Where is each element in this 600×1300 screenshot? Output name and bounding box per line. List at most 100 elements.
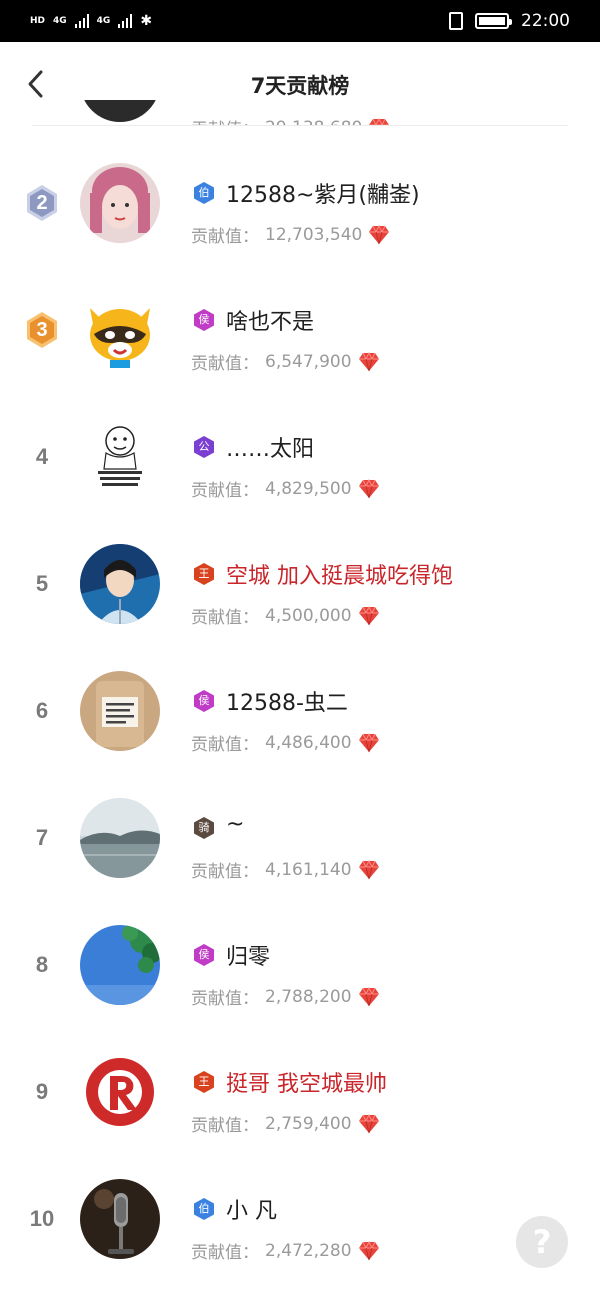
bluetooth-icon: ✱ <box>140 13 153 29</box>
list-item-partial[interactable]: 贡献值：29,138,680 <box>0 100 600 126</box>
user-name[interactable]: 挺哥 我空城最帅 <box>226 1066 387 1098</box>
list-item[interactable]: 3 侯 啥也不是贡献值： 6,547,900 <box>0 267 600 394</box>
contribution-value: 贡献值： 4,161,140 <box>191 857 380 882</box>
rank-medal-icon: 3 <box>22 310 62 350</box>
avatar[interactable] <box>80 925 160 1005</box>
diamond-icon <box>358 859 380 880</box>
contribution-value: 贡献值： 4,829,500 <box>191 476 380 501</box>
contribution-label: 贡献值： <box>191 481 259 501</box>
clock: 22:00 <box>521 11 570 31</box>
diamond-icon <box>358 732 380 753</box>
user-name[interactable]: 小 凡 <box>226 1193 277 1225</box>
rank-badge-icon: 伯 <box>192 181 216 205</box>
user-name[interactable]: ~ <box>226 812 244 837</box>
divider <box>32 125 568 126</box>
signal-icon-2 <box>118 14 133 28</box>
badge-label: 伯 <box>198 186 210 199</box>
user-name[interactable]: 归零 <box>226 939 270 971</box>
status-right: 22:00 <box>449 11 570 31</box>
contribution-number: 2,472,280 <box>265 1240 352 1261</box>
badge-label: 伯 <box>198 1202 210 1215</box>
diamond-icon <box>358 351 380 372</box>
user-name[interactable]: 空城 加入挺晨城吃得饱 <box>226 558 453 590</box>
contribution-label: 贡献值： <box>191 1243 259 1263</box>
user-name[interactable]: 12588-虫二 <box>226 685 348 717</box>
badge-label: 骑 <box>198 821 210 834</box>
list-item[interactable]: 5 王 空城 加入挺晨城吃得饱 贡献值： 4,500,000 <box>0 521 600 648</box>
avatar[interactable] <box>80 1052 160 1132</box>
diamond-icon <box>358 1240 380 1261</box>
avatar[interactable] <box>80 544 160 624</box>
list-item[interactable]: 8 侯 归零贡献值： 2,788,200 <box>0 902 600 1029</box>
contribution-number: 4,500,000 <box>265 605 352 626</box>
badge-label: 侯 <box>198 694 210 707</box>
badge-label: 侯 <box>198 313 210 326</box>
badge-label: 侯 <box>198 948 210 961</box>
rank-medal-icon: 2 <box>22 183 62 223</box>
list-item[interactable]: 10 伯 小 凡贡献值： 2,472,280 <box>0 1156 600 1283</box>
contribution-value: 贡献值： 2,472,280 <box>191 1238 380 1263</box>
avatar[interactable] <box>80 163 160 243</box>
contribution-value: 贡献值： 6,547,900 <box>191 349 380 374</box>
diamond-icon <box>358 986 380 1007</box>
user-name[interactable]: 12588~紫月(黼崟) <box>226 177 420 209</box>
rank-badge-icon: 侯 <box>192 943 216 967</box>
rank-number: 8 <box>35 952 49 977</box>
diamond-icon <box>358 478 380 499</box>
rank-number: 3 <box>36 319 48 341</box>
avatar[interactable] <box>80 417 160 497</box>
rank-badge-icon: 王 <box>192 1070 216 1094</box>
list-item[interactable]: 7 骑 ~ 贡献值： 4,161,140 <box>0 775 600 902</box>
contribution-label: 贡献值： <box>191 735 259 755</box>
page-title: 7天贡献榜 <box>250 74 350 98</box>
contribution-value: 贡献值： 4,486,400 <box>191 730 380 755</box>
contribution-number: 2,759,400 <box>265 1113 352 1134</box>
rank-number: 9 <box>35 1079 49 1104</box>
rank-badge-icon: 侯 <box>192 689 216 713</box>
contribution-value: 贡献值： 4,500,000 <box>191 603 380 628</box>
avatar[interactable] <box>80 1179 160 1259</box>
rank-number: 6 <box>35 698 49 723</box>
contribution-label: 贡献值： <box>191 989 259 1009</box>
avatar[interactable] <box>80 671 160 751</box>
rank-number: 7 <box>35 825 49 850</box>
contribution-value: 贡献值： 2,788,200 <box>191 984 380 1009</box>
rank-number: 4 <box>35 444 49 469</box>
rank-number: 10 <box>29 1206 55 1231</box>
contribution-number: 4,161,140 <box>265 859 352 880</box>
diamond-icon <box>368 224 390 245</box>
status-bar: HD 4G 4G ✱ 22:00 <box>0 0 600 42</box>
contribution-label: 贡献值： <box>191 608 259 628</box>
contribution-value: 贡献值： 2,759,400 <box>191 1111 380 1136</box>
rank-number: 5 <box>35 571 49 596</box>
contribution-label: 贡献值： <box>191 1116 259 1136</box>
list-item[interactable]: 6 侯 12588-虫二贡献值： 4,486,400 <box>0 648 600 775</box>
rank-badge-icon: 公 <box>192 435 216 459</box>
list-item[interactable]: 9 王 挺哥 我空城最帅贡献值： 2,759,400 <box>0 1029 600 1156</box>
user-name[interactable]: 啥也不是 <box>226 304 314 336</box>
avatar[interactable] <box>80 290 160 370</box>
signal-icon <box>74 14 89 28</box>
contribution-number: 2,788,200 <box>265 986 352 1007</box>
list-item[interactable]: 4 公 ……太阳贡献值： 4,829,500 <box>0 394 600 521</box>
badge-label: 王 <box>198 1075 210 1088</box>
help-button[interactable]: ? <box>516 1216 568 1268</box>
contribution-label: 贡献值： <box>191 354 259 374</box>
network-4g-label-2: 4G <box>96 16 111 26</box>
contribution-number: 6,547,900 <box>265 351 352 372</box>
rank-badge-icon: 骑 <box>192 816 216 840</box>
user-name[interactable]: ……太阳 <box>226 431 314 463</box>
contribution-number: 12,703,540 <box>265 224 363 245</box>
contribution-label: 贡献值： <box>191 862 259 882</box>
contribution-value: 贡献值： 12,703,540 <box>191 222 390 247</box>
list-item[interactable]: 2 伯 12588~紫月(黼崟) 贡献值： 12,703,540 <box>0 140 600 267</box>
avatar <box>80 100 160 122</box>
contribution-label: 贡献值： <box>191 227 259 247</box>
contribution-number: 4,829,500 <box>265 478 352 499</box>
vibrate-icon <box>449 12 463 30</box>
rank-badge-icon: 伯 <box>192 1197 216 1221</box>
battery-icon <box>475 13 512 29</box>
rank-number: 2 <box>36 192 48 214</box>
contribution-number: 4,486,400 <box>265 732 352 753</box>
avatar[interactable] <box>80 798 160 878</box>
